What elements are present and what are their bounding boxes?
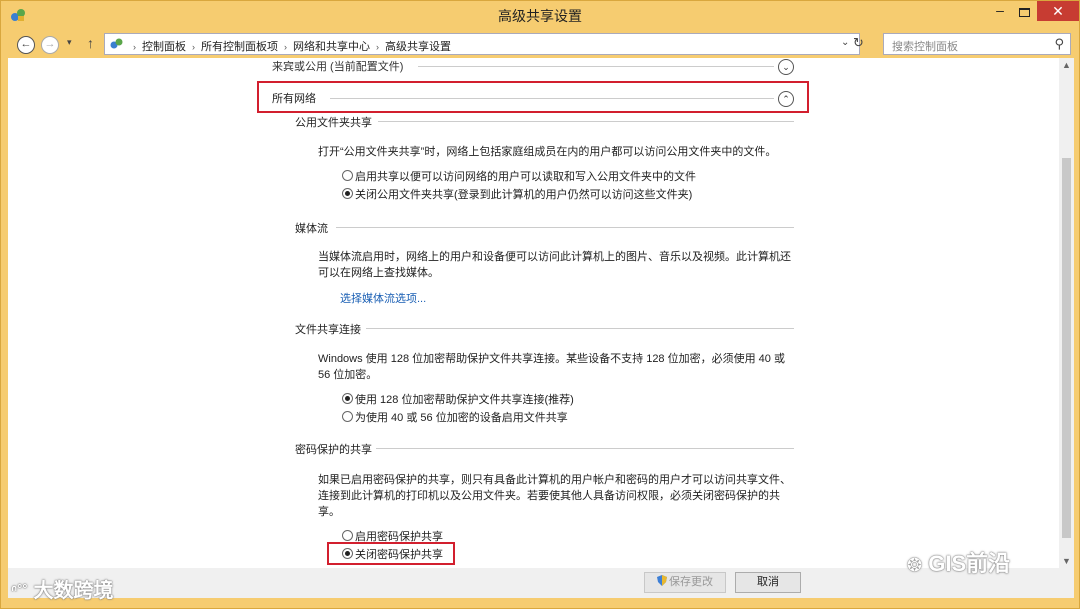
public-folder-on-radio[interactable] (342, 170, 353, 181)
breadcrumb-separator: › (133, 42, 136, 52)
maximize-icon (1019, 8, 1030, 17)
expand-guest-public-button[interactable]: ⌄ (778, 59, 794, 75)
scroll-down-arrow-icon[interactable]: ▼ (1062, 556, 1071, 566)
encryption-128-label[interactable]: 使用 128 位加密帮助保护文件共享连接(推荐) (355, 391, 574, 407)
password-header: 密码保护的共享 (295, 444, 372, 456)
public-folder-off-label[interactable]: 关闭公用文件夹共享(登录到此计算机的用户仍然可以访问这些文件夹) (355, 186, 692, 202)
watermark-left: ᐢ˚˚ 大数跨境 (11, 574, 114, 603)
refresh-button[interactable]: ↻ (853, 35, 864, 51)
breadcrumb-item[interactable]: 控制面板 (142, 41, 186, 53)
search-input[interactable]: 搜索控制面板 ⚲ (883, 33, 1071, 55)
up-button[interactable]: ↑ (87, 35, 94, 51)
maximize-button[interactable] (1013, 3, 1035, 21)
recent-locations-button[interactable]: ▾ (67, 37, 72, 48)
settings-content: 来宾或公用 (当前配置文件) ⌄ 所有网络 ⌃ 公用文件夹共享 打开“公用文件夹… (8, 58, 1059, 568)
search-icon[interactable]: ⚲ (1054, 36, 1064, 52)
divider (366, 328, 794, 329)
breadcrumb-separator: › (376, 42, 379, 52)
address-dropdown-button[interactable]: ⌄ (841, 37, 849, 48)
uac-shield-icon (657, 575, 667, 586)
watermark-right-text: GIS前沿 (928, 551, 1011, 576)
window-frame: 高级共享设置 ‒ ✕ ← → ▾ ↑ › 控制面板 › 所有控制面板项 › 网络和共享中心… (0, 0, 1080, 609)
save-changes-label: 保存更改 (669, 576, 713, 588)
password-description-line3: 享。 (318, 506, 340, 518)
file-sharing-header: 文件共享连接 (295, 324, 361, 336)
watermark-right: ❂ GIS前沿 (907, 546, 1010, 578)
password-description-line1: 如果已启用密码保护的共享，则只有具备此计算机的用户帐户和密码的用户才可以访问共享… (318, 474, 791, 486)
breadcrumb-item[interactable]: 高级共享设置 (385, 41, 451, 53)
public-folder-off-radio[interactable] (342, 188, 353, 199)
breadcrumb-separator: › (192, 42, 195, 52)
title-bar[interactable]: 高级共享设置 ‒ ✕ (1, 1, 1079, 29)
scroll-thumb[interactable] (1062, 158, 1071, 538)
close-button[interactable]: ✕ (1037, 1, 1079, 21)
watermark-logo-icon: ᐢ˚˚ (11, 584, 28, 601)
forward-button[interactable]: → (41, 36, 59, 54)
password-description-line2: 连接到此计算机的打印机以及公用文件夹。若要使其他人具备访问权限，必须关闭密码保护… (318, 490, 780, 502)
control-panel-icon (110, 38, 123, 49)
encryption-128-radio[interactable] (342, 393, 353, 404)
divider (376, 448, 794, 449)
window-title: 高级共享设置 (498, 8, 582, 24)
save-changes-button[interactable]: 保存更改 (644, 572, 726, 593)
public-folder-description: 打开“公用文件夹共享”时，网络上包括家庭组成员在内的用户都可以访问公用文件夹中的… (318, 146, 777, 158)
media-description-line1: 当媒体流启用时，网络上的用户和设备便可以访问此计算机上的图片、音乐以及视频。此计… (318, 251, 791, 263)
password-on-radio[interactable] (342, 530, 353, 541)
divider (378, 121, 794, 122)
encryption-40-56-label[interactable]: 为使用 40 或 56 位加密的设备启用文件共享 (355, 409, 568, 425)
divider (418, 66, 774, 67)
breadcrumb: › 控制面板 › 所有控制面板项 › 网络和共享中心 › 高级共享设置 (127, 38, 451, 54)
media-description-line2: 可以在网络上查找媒体。 (318, 267, 439, 279)
file-sharing-description-line2: 56 位加密。 (318, 369, 378, 381)
watermark-left-text: 大数跨境 (33, 580, 114, 602)
section-guest-public-label[interactable]: 来宾或公用 (当前配置文件) (272, 58, 403, 74)
breadcrumb-item[interactable]: 网络和共享中心 (293, 41, 370, 53)
cancel-button[interactable]: 取消 (735, 572, 801, 593)
public-folder-header: 公用文件夹共享 (295, 117, 372, 129)
back-button[interactable]: ← (17, 36, 35, 54)
vertical-scrollbar[interactable]: ▲ ▼ (1059, 58, 1074, 568)
address-bar[interactable]: › 控制面板 › 所有控制面板项 › 网络和共享中心 › 高级共享设置 ⌄ (104, 33, 860, 55)
minimize-button[interactable]: ‒ (989, 3, 1011, 21)
media-options-link[interactable]: 选择媒体流选项... (340, 290, 426, 306)
encryption-40-56-radio[interactable] (342, 411, 353, 422)
highlight-box (327, 542, 455, 565)
navigation-bar: ← → ▾ ↑ › 控制面板 › 所有控制面板项 › 网络和共享中心 › 高级共享设置 ⌄ ↻… (7, 32, 1075, 58)
scroll-up-arrow-icon[interactable]: ▲ (1062, 60, 1071, 70)
media-header: 媒体流 (295, 223, 328, 235)
wechat-logo-icon: ❂ (907, 555, 923, 575)
divider (336, 227, 794, 228)
search-placeholder: 搜索控制面板 (892, 41, 958, 53)
breadcrumb-separator: › (284, 42, 287, 52)
file-sharing-description-line1: Windows 使用 128 位加密帮助保护文件共享连接。某些设备不支持 128… (318, 353, 785, 365)
public-folder-on-label[interactable]: 启用共享以便可以访问网络的用户可以读取和写入公用文件夹中的文件 (355, 168, 696, 184)
breadcrumb-item[interactable]: 所有控制面板项 (201, 41, 278, 53)
highlight-box (257, 81, 809, 113)
